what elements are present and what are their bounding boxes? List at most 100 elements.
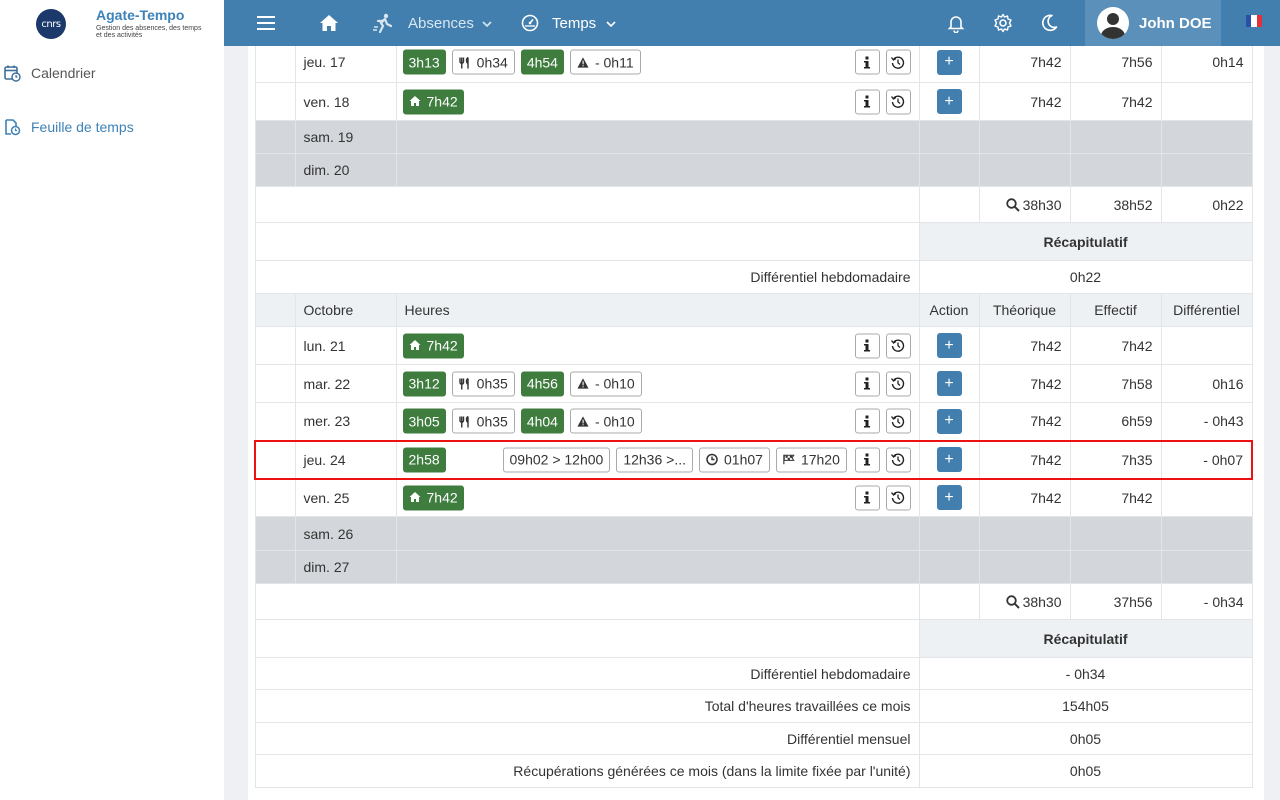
empty-cell xyxy=(254,619,920,658)
time-chip[interactable]: 7h42 xyxy=(402,89,464,114)
home-icon xyxy=(409,492,421,504)
theoretical-total: 38h30 xyxy=(978,186,1071,223)
time-chip[interactable]: - 0h10 xyxy=(569,408,642,434)
history-button[interactable] xyxy=(885,408,911,434)
time-chip[interactable]: 0h35 xyxy=(451,371,515,396)
time-chip[interactable]: 4h56 xyxy=(520,371,564,396)
day-label: ven. 25 xyxy=(294,478,397,517)
dark-mode-toggle[interactable] xyxy=(1039,0,1059,46)
time-chip[interactable]: - 0h11 xyxy=(569,49,641,75)
theoretical-value: 7h42 xyxy=(978,82,1071,121)
settings-button[interactable] xyxy=(993,0,1013,46)
search-icon[interactable] xyxy=(1005,594,1020,609)
add-entry-button[interactable]: + xyxy=(936,89,962,114)
info-button[interactable] xyxy=(854,408,880,434)
time-chip[interactable]: 3h12 xyxy=(402,371,446,396)
add-entry-button[interactable]: + xyxy=(936,408,962,434)
history-icon xyxy=(891,453,905,467)
user-menu[interactable]: John DOE xyxy=(1085,0,1221,46)
add-entry-button[interactable]: + xyxy=(936,371,962,396)
time-chip[interactable]: 01h07 xyxy=(699,447,770,472)
history-icon xyxy=(891,414,905,428)
hamburger-menu-button[interactable] xyxy=(256,0,276,46)
theoretical-value: 7h42 xyxy=(978,402,1071,441)
action-header: Action xyxy=(918,293,980,327)
empty-cell xyxy=(395,153,920,187)
empty-cell xyxy=(254,186,920,223)
time-chip[interactable]: 0h34 xyxy=(451,49,515,75)
empty-cell xyxy=(1069,120,1162,154)
time-chip[interactable]: 7h42 xyxy=(402,485,464,511)
history-button[interactable] xyxy=(885,89,911,114)
time-chip[interactable]: 4h54 xyxy=(520,49,564,75)
empty-cell xyxy=(918,516,980,551)
time-chip[interactable]: - 0h10 xyxy=(569,371,642,396)
time-chip[interactable]: 12h36 >... xyxy=(616,447,693,472)
user-name: John DOE xyxy=(1139,14,1212,32)
time-chip[interactable]: 3h05 xyxy=(402,408,446,434)
info-button[interactable] xyxy=(854,333,880,358)
time-chip-label: 0h35 xyxy=(476,413,508,430)
day-label: dim. 20 xyxy=(294,153,397,187)
day-row: ven. 25 7h42 +7h42 7h42 xyxy=(254,478,1253,517)
walking-icon xyxy=(372,13,396,33)
time-chip[interactable]: 2h58 xyxy=(402,447,446,472)
history-button[interactable] xyxy=(885,371,911,396)
info-button[interactable] xyxy=(854,447,880,472)
time-chip[interactable]: 4h04 xyxy=(520,408,564,434)
row-spacer xyxy=(254,550,296,584)
time-chip-label: 7h42 xyxy=(426,93,458,110)
info-button[interactable] xyxy=(854,89,880,114)
week-total-row: 38h30 37h56- 0h34 xyxy=(254,583,1253,620)
day-label: jeu. 17 xyxy=(294,46,397,83)
info-icon xyxy=(862,491,872,505)
time-chip[interactable]: 09h02 > 12h00 xyxy=(502,447,611,472)
chevron-down-icon xyxy=(606,15,616,32)
info-button[interactable] xyxy=(854,485,880,511)
add-entry-button[interactable]: + xyxy=(936,333,962,358)
differential-value: 0h14 xyxy=(1160,46,1253,83)
info-button[interactable] xyxy=(854,371,880,396)
time-chip-label: 17h20 xyxy=(800,451,840,468)
day-row: jeu. 24 2h58 09h02 > 12h00 12h36 >... 01h07 1… xyxy=(254,439,1253,480)
history-button[interactable] xyxy=(885,485,911,511)
temps-menu[interactable]: Temps xyxy=(520,0,616,46)
add-entry-button[interactable]: + xyxy=(936,447,962,472)
empty-cell xyxy=(918,153,980,187)
empty-cell xyxy=(978,120,1071,154)
row-actions xyxy=(854,49,911,75)
recap-header-row: Récapitulatif xyxy=(254,222,1253,261)
bell-icon xyxy=(946,13,966,33)
add-entry-button[interactable]: + xyxy=(936,49,962,75)
recap-row: Récupérations générées ce mois (dans la … xyxy=(254,754,1253,788)
hours-cell: 7h42 xyxy=(395,82,920,121)
time-chip-label: - 0h11 xyxy=(594,54,634,70)
sidebar-item-calendrier[interactable]: Calendrier xyxy=(0,58,224,88)
info-button[interactable] xyxy=(854,49,880,75)
day-label: jeu. 24 xyxy=(294,439,397,480)
row-spacer xyxy=(254,293,296,327)
hours-cell-content: 3h12 0h35 4h56 - 0h10 xyxy=(402,366,911,402)
time-chip[interactable]: 7h42 xyxy=(402,333,464,358)
time-chip[interactable]: 0h35 xyxy=(451,408,515,434)
warning-icon xyxy=(577,415,589,427)
history-button[interactable] xyxy=(885,333,911,358)
sidebar-item-feuille-de-temps[interactable]: Feuille de temps xyxy=(0,112,224,142)
search-icon[interactable] xyxy=(1005,197,1020,212)
plus-icon: + xyxy=(944,450,954,468)
time-chip[interactable]: 17h20 xyxy=(775,447,847,472)
recap-label: Total d'heures travaillées ce mois xyxy=(254,689,920,723)
history-button[interactable] xyxy=(885,49,911,75)
absences-menu[interactable]: Absences xyxy=(372,0,492,46)
differential-total: 0h22 xyxy=(1160,186,1253,223)
history-button[interactable] xyxy=(885,447,911,472)
add-entry-button[interactable]: + xyxy=(936,485,962,511)
home-button[interactable] xyxy=(319,0,339,46)
time-chip-label: 7h42 xyxy=(426,489,458,506)
info-icon xyxy=(862,95,872,109)
notifications-button[interactable] xyxy=(946,0,966,46)
empty-cell xyxy=(1069,153,1162,187)
time-chip[interactable]: 3h13 xyxy=(402,49,446,75)
language-flag-icon[interactable] xyxy=(1246,15,1262,27)
week-total-row: 38h30 38h52 0h22 xyxy=(254,186,1253,223)
